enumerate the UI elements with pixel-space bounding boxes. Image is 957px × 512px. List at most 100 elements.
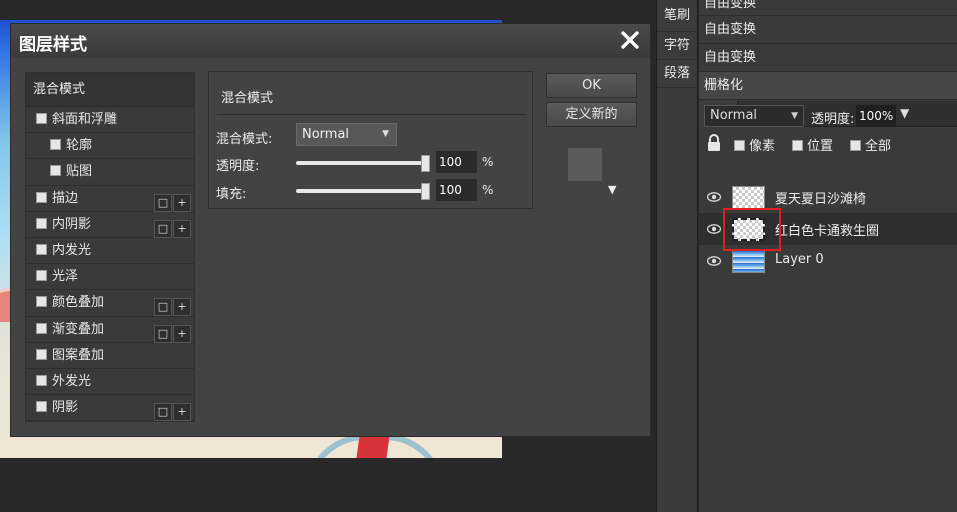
eye-icon[interactable] [707, 256, 721, 266]
new-style-button[interactable]: 定义新的 [546, 102, 637, 127]
eye-icon[interactable] [707, 224, 721, 234]
lock-pixels-label: 像素 [749, 139, 776, 154]
lock-all-label: 全部 [865, 139, 892, 154]
add-style-button[interactable]: + [173, 324, 191, 343]
style-item-label: 描边 [52, 190, 79, 206]
duplicate-style-button[interactable]: □ [154, 324, 172, 343]
checkbox[interactable] [36, 113, 47, 124]
lock-position-option[interactable]: 位置 [792, 135, 833, 154]
add-style-button[interactable]: + [173, 193, 191, 212]
style-item[interactable]: 图案叠加 [26, 343, 194, 369]
style-item[interactable]: 颜色叠加 □ + [26, 290, 194, 317]
dialog-title: 图层样式 [19, 35, 87, 55]
style-item-label: 图案叠加 [52, 347, 105, 363]
opacity-slider[interactable] [296, 161, 430, 165]
caret-down-icon[interactable]: ▼ [900, 106, 909, 120]
blend-mode-value: Normal [302, 127, 350, 142]
layer-blend-mode-select[interactable]: Normal ▼ [704, 105, 804, 127]
caret-down-icon[interactable]: ▼ [608, 183, 616, 196]
style-item[interactable]: 贴图 [26, 159, 194, 186]
lock-icon [708, 134, 720, 151]
style-item-label: 光泽 [52, 269, 79, 285]
style-items: 斜面和浮雕 轮廓 贴图 描边 □ + 内阴影 □ + 内发光 光泽 颜色叠加 □ + 渐变叠加 □ + 图案叠加外… [26, 107, 194, 422]
percent-sign: % [482, 155, 494, 169]
eye-icon[interactable] [707, 192, 721, 202]
lock-pixels-option[interactable]: 像素 [734, 135, 775, 154]
panel-title: 混合模式 [221, 91, 274, 106]
style-item-label: 颜色叠加 [52, 295, 105, 311]
style-item[interactable]: 描边 □ + [26, 186, 194, 212]
ok-button[interactable]: OK [546, 73, 637, 98]
style-item-label: 贴图 [66, 164, 93, 180]
layer-opacity-input[interactable]: 100% [856, 105, 896, 127]
duplicate-style-button[interactable]: □ [154, 298, 172, 317]
add-style-button[interactable]: + [173, 403, 191, 422]
style-item-label: 阴影 [52, 400, 79, 416]
duplicate-style-button[interactable]: □ [154, 403, 172, 422]
style-item-label: 内发光 [52, 242, 92, 258]
blend-mode-label: 混合模式: [216, 132, 273, 147]
tab-brush[interactable]: 笔刷 [657, 0, 697, 32]
checkbox[interactable] [50, 139, 61, 151]
fill-input[interactable]: 100 [436, 179, 477, 201]
checkbox[interactable] [36, 243, 47, 255]
lock-all-option[interactable]: 全部 [850, 135, 891, 154]
layer-name[interactable]: 夏天夏日沙滩椅 [775, 188, 866, 207]
checkbox[interactable] [36, 348, 47, 360]
checkbox[interactable] [36, 374, 47, 386]
duplicate-style-button[interactable]: □ [154, 219, 172, 238]
blend-mode-select[interactable]: Normal ▼ [296, 123, 397, 146]
checkbox[interactable] [792, 140, 803, 151]
layer-opacity-label: 透明度: [811, 112, 855, 127]
checkbox[interactable] [50, 165, 61, 177]
checkbox[interactable] [36, 191, 47, 203]
fill-label: 填充: [216, 187, 247, 202]
layer-style-dialog: 图层样式 混合模式 斜面和浮雕 轮廓 贴图 描边 □ + 内阴影 □ + 内发光 光泽 颜色叠加 □ + 渐… [11, 24, 650, 436]
style-item[interactable]: 轮廓 [26, 133, 194, 160]
divider [217, 114, 526, 115]
chevron-down-icon: ▼ [382, 129, 389, 139]
panel-tab-column: 笔刷 字符 段落 [656, 0, 698, 512]
opacity-slider-handle[interactable] [421, 155, 430, 172]
checkbox[interactable] [734, 140, 745, 151]
add-style-button[interactable]: + [173, 219, 191, 238]
style-list: 混合模式 斜面和浮雕 轮廓 贴图 描边 □ + 内阴影 □ + 内发光 光泽 颜色叠加 □ + 渐变叠加 □ +… [25, 72, 195, 422]
history-item[interactable]: 自由变换 [699, 16, 957, 44]
right-panel: 自由变换 自由变换 自由变换 栅格化 图层 Normal ▼ 透明度: 100%… [699, 0, 957, 512]
checkbox[interactable] [36, 322, 47, 334]
checkbox[interactable] [36, 217, 47, 229]
layer-name[interactable]: Layer 0 [775, 252, 824, 267]
add-style-button[interactable]: + [173, 298, 191, 317]
close-icon[interactable] [617, 27, 643, 53]
dialog-titlebar[interactable]: 图层样式 [11, 24, 650, 58]
lock-row: 像素 位置 全部 [704, 132, 954, 154]
lock-position-label: 位置 [807, 139, 834, 154]
style-item-label: 轮廓 [66, 138, 93, 154]
checkbox[interactable] [36, 270, 47, 282]
style-item[interactable]: 外发光 [26, 369, 194, 396]
style-item[interactable]: 渐变叠加 □ + [26, 317, 194, 343]
opacity-input[interactable]: 100 [436, 151, 477, 173]
style-item-label: 内阴影 [52, 216, 92, 232]
layer-name[interactable]: 红白色卡通救生圈 [775, 220, 879, 239]
duplicate-style-button[interactable]: □ [154, 193, 172, 212]
checkbox[interactable] [36, 401, 47, 413]
history-item[interactable]: 自由变换 [699, 44, 957, 72]
blending-options-panel: 混合模式 混合模式: Normal ▼ 透明度: 100 % 填充: 100 % [208, 71, 533, 209]
tab-character[interactable]: 字符 [657, 32, 697, 60]
history-item[interactable]: 自由变换 [699, 0, 957, 16]
style-item[interactable]: 内阴影 □ + [26, 212, 194, 238]
opacity-label: 透明度: [216, 159, 260, 174]
checkbox[interactable] [850, 140, 861, 151]
style-item[interactable]: 阴影 □ + [26, 395, 194, 422]
fill-slider-handle[interactable] [421, 183, 430, 200]
style-item-blending-options[interactable]: 混合模式 [26, 73, 194, 107]
style-preview-swatch [568, 148, 602, 181]
history-item-current[interactable]: 栅格化 [699, 72, 957, 100]
style-item[interactable]: 内发光 [26, 238, 194, 265]
checkbox[interactable] [36, 296, 47, 308]
tab-paragraph[interactable]: 段落 [657, 60, 697, 88]
style-item[interactable]: 斜面和浮雕 [26, 107, 194, 134]
fill-slider[interactable] [296, 189, 430, 193]
style-item[interactable]: 光泽 [26, 264, 194, 291]
